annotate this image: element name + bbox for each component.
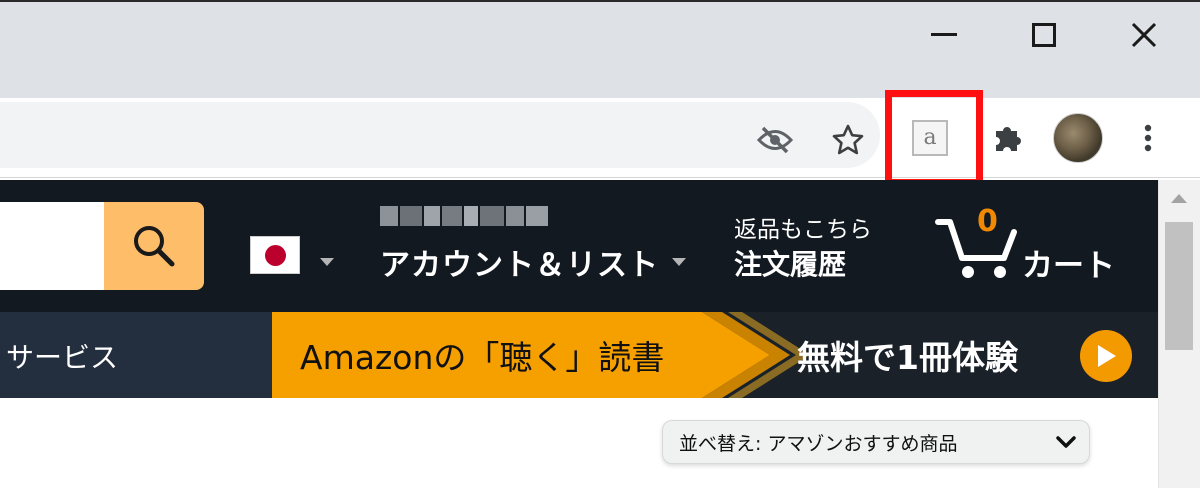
profile-button[interactable] — [1052, 112, 1104, 164]
puzzle-icon — [996, 127, 1021, 151]
extension-highlight-box — [885, 90, 983, 186]
minimize-button[interactable] — [918, 12, 970, 58]
sort-dropdown[interactable]: 並べ替え: アマゾンおすすめ商品 — [662, 420, 1090, 464]
language-caret-icon — [320, 258, 334, 266]
banner-play-button[interactable] — [1080, 330, 1132, 382]
maximize-button[interactable] — [1018, 12, 1070, 58]
address-bar[interactable] — [0, 102, 880, 168]
bookmark-button[interactable] — [826, 118, 870, 162]
close-window-button[interactable] — [1118, 12, 1170, 58]
more-vert-icon — [1144, 124, 1152, 152]
star-icon — [832, 124, 864, 155]
banner-headline: Amazonの「聴く」読書 — [300, 338, 665, 377]
chevron-down-icon — [1056, 436, 1076, 448]
profile-avatar — [1053, 113, 1103, 163]
browser-menu-button[interactable] — [1130, 118, 1166, 158]
cart-label[interactable]: カート — [1022, 240, 1115, 285]
search-input[interactable] — [0, 202, 106, 290]
page-scrollbar[interactable] — [1158, 180, 1200, 488]
eye-off-icon — [757, 126, 793, 154]
search-button[interactable] — [104, 202, 204, 290]
flag-sun — [265, 245, 286, 266]
orders-link[interactable]: 注文履歴 — [734, 243, 846, 283]
extensions-button[interactable] — [988, 118, 1028, 158]
scroll-up-arrow-icon[interactable] — [1171, 194, 1187, 203]
account-name-redacted — [380, 206, 550, 226]
minimize-icon — [931, 33, 957, 36]
returns-label[interactable]: 返品もこちら — [734, 210, 872, 244]
account-caret-icon — [672, 258, 686, 266]
search-icon — [134, 226, 175, 267]
tracking-protection-button[interactable] — [752, 120, 798, 160]
language-flag-japan[interactable] — [250, 236, 300, 274]
sort-label: 並べ替え: アマゾンおすすめ商品 — [679, 432, 958, 455]
play-icon — [1098, 345, 1116, 367]
banner-cta: 無料で1冊体験 — [797, 338, 1018, 377]
services-link[interactable]: サービス — [6, 336, 118, 376]
close-icon — [1131, 22, 1157, 48]
cart-count: 0 — [977, 204, 998, 239]
maximize-icon — [1032, 23, 1056, 47]
scroll-thumb[interactable] — [1165, 222, 1193, 350]
account-and-lists[interactable]: アカウント＆リスト — [380, 240, 659, 284]
